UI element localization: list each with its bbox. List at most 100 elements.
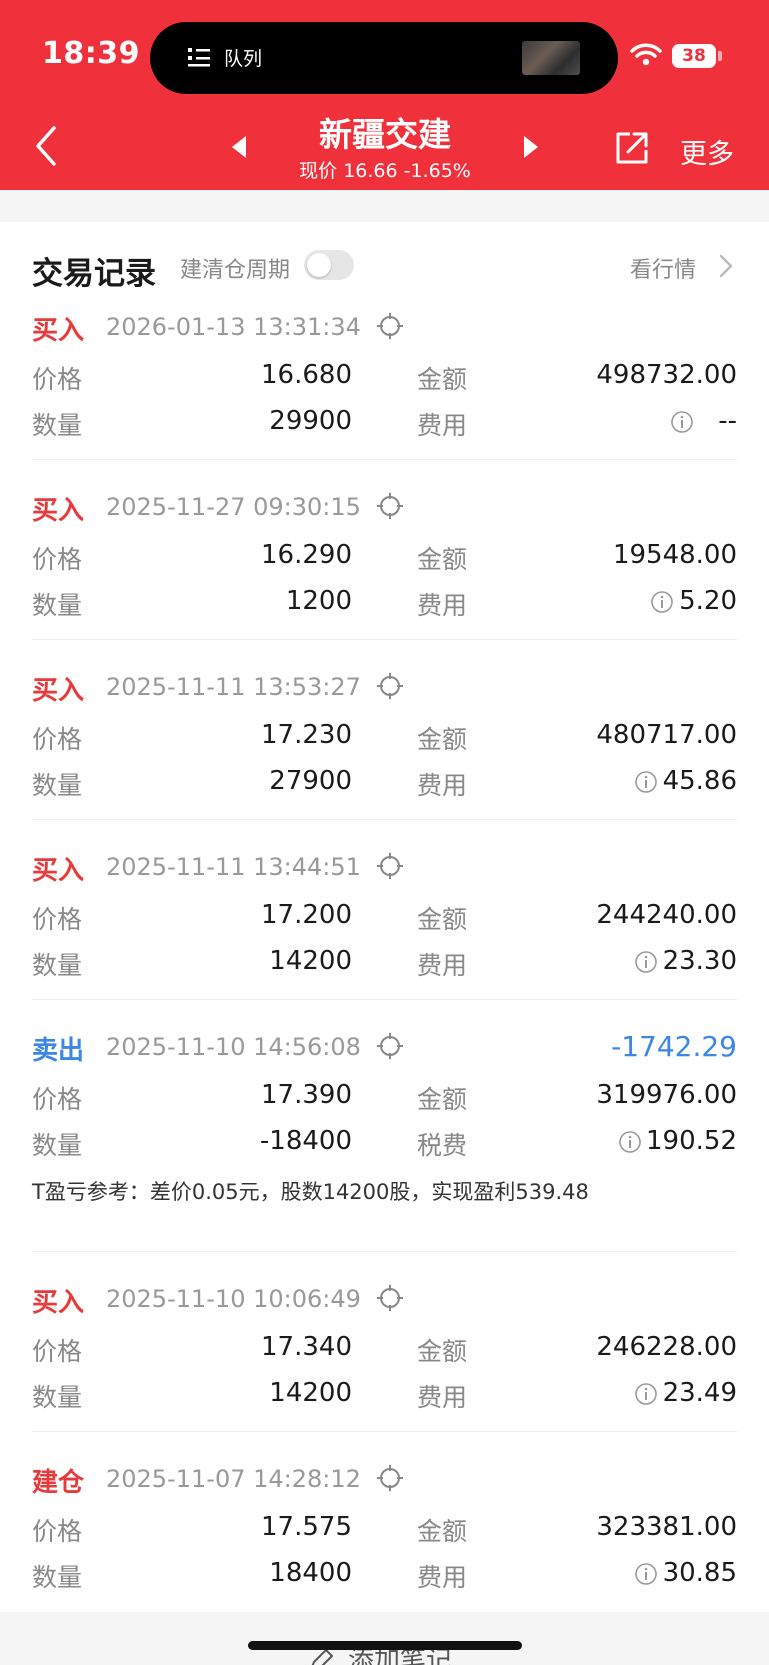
divider: [32, 639, 737, 640]
info-icon[interactable]: [634, 770, 658, 794]
divider: [32, 459, 737, 460]
info-icon[interactable]: [618, 1130, 642, 1154]
trade-date: 2025-11-11 13:53:27: [106, 673, 361, 701]
fee-value: 23.49: [662, 1378, 737, 1408]
trade-records-card: 交易记录 建清仓周期 看行情 买入 2026-01-13 13:31:34 价格…: [0, 222, 769, 1612]
back-icon[interactable]: [30, 124, 66, 168]
trade-date: 2025-11-10 14:56:08: [106, 1033, 361, 1061]
fee-value: 45.86: [662, 766, 737, 796]
tax-fee-label: 税费: [417, 1131, 468, 1160]
section-title: 交易记录: [32, 256, 156, 292]
info-icon[interactable]: [670, 410, 694, 434]
dynamic-island[interactable]: 队列: [150, 22, 618, 94]
price-label: 价格: [32, 545, 83, 574]
target-icon[interactable]: [376, 1032, 404, 1060]
price-value: 17.390: [261, 1080, 352, 1110]
price-label: 价格: [32, 905, 83, 934]
amount-value: 319976.00: [596, 1080, 737, 1110]
profit-value: -1742.29: [611, 1030, 737, 1063]
stock-price-line: 现价 16.66 -1.65%: [299, 160, 471, 182]
target-icon[interactable]: [376, 852, 404, 880]
qty-label: 数量: [32, 411, 83, 440]
qty-label: 数量: [32, 951, 83, 980]
trade-type: 卖出: [32, 1036, 85, 1066]
media-thumbnail: [522, 41, 580, 75]
amount-label: 金额: [417, 1517, 468, 1546]
price-label: 价格: [32, 1085, 83, 1114]
next-stock-icon[interactable]: [520, 134, 542, 160]
status-time: 18:39: [42, 36, 140, 71]
qty-label: 数量: [32, 771, 83, 800]
fee-value: 23.30: [662, 946, 737, 976]
qty-value: -18400: [259, 1126, 352, 1156]
trade-record[interactable]: 建仓 2025-11-07 14:28:12 价格 17.575 金额 3233…: [32, 1462, 737, 1612]
amount-label: 金额: [417, 1337, 468, 1366]
trade-date: 2025-11-27 09:30:15: [106, 493, 361, 521]
price-value: 17.340: [261, 1332, 352, 1362]
fee-label: 费用: [417, 1563, 468, 1592]
trade-record[interactable]: 买入 2025-11-11 13:53:27 价格 17.230 金额 4807…: [32, 670, 737, 820]
battery-tip: [718, 51, 722, 61]
cycle-toggle[interactable]: [304, 250, 354, 280]
qty-value: 14200: [269, 946, 352, 976]
fee-label: 费用: [417, 951, 468, 980]
trade-record[interactable]: 卖出 2025-11-10 14:56:08 -1742.29 价格 17.39…: [32, 1030, 737, 1252]
toggle-knob: [307, 253, 331, 277]
trade-type: 买入: [32, 1288, 85, 1318]
price-label: 价格: [32, 365, 83, 394]
trade-type: 买入: [32, 316, 85, 346]
cycle-label: 建清仓周期: [180, 258, 291, 283]
trade-date: 2025-11-11 13:44:51: [106, 853, 361, 881]
divider: [32, 1431, 737, 1432]
amount-value: 19548.00: [612, 540, 737, 570]
price-value: 17.200: [261, 900, 352, 930]
divider: [32, 999, 737, 1000]
fee-value: 5.20: [679, 586, 737, 616]
fee-label: 费用: [417, 1383, 468, 1412]
price-label: 价格: [32, 1517, 83, 1546]
amount-value: 323381.00: [596, 1512, 737, 1542]
price-value: 16.680: [261, 360, 352, 390]
target-icon[interactable]: [376, 492, 404, 520]
trade-record[interactable]: 买入 2025-11-10 10:06:49 价格 17.340 金额 2462…: [32, 1282, 737, 1432]
market-link[interactable]: 看行情: [630, 252, 696, 284]
app-header: 18:39 队列 38 新疆交建 现价 16.66 -1.65% 更多: [0, 0, 769, 190]
home-indicator[interactable]: [248, 1641, 522, 1650]
target-icon[interactable]: [376, 672, 404, 700]
trade-type: 买入: [32, 856, 85, 886]
trade-type: 买入: [32, 496, 85, 526]
qty-value: 29900: [269, 406, 352, 436]
amount-label: 金额: [417, 545, 468, 574]
fee-label: 费用: [417, 411, 468, 440]
share-icon[interactable]: [612, 128, 652, 168]
info-icon[interactable]: [634, 1562, 658, 1586]
amount-value: 246228.00: [596, 1332, 737, 1362]
info-icon[interactable]: [634, 950, 658, 974]
wifi-icon: [630, 43, 662, 66]
info-icon[interactable]: [634, 1382, 658, 1406]
target-icon[interactable]: [376, 1464, 404, 1492]
fee-value: 190.52: [646, 1126, 737, 1156]
trade-record[interactable]: 买入 2026-01-13 13:31:34 价格 16.680 金额 4987…: [32, 310, 737, 460]
divider: [32, 1251, 737, 1252]
info-icon[interactable]: [650, 590, 674, 614]
target-icon[interactable]: [376, 312, 404, 340]
fee-label: 费用: [417, 771, 468, 800]
amount-label: 金额: [417, 1085, 468, 1114]
price-label: 价格: [32, 725, 83, 754]
qty-label: 数量: [32, 1563, 83, 1592]
trade-record[interactable]: 买入 2025-11-11 13:44:51 价格 17.200 金额 2442…: [32, 850, 737, 1000]
qty-value: 27900: [269, 766, 352, 796]
qty-value: 14200: [269, 1378, 352, 1408]
island-label: 队列: [224, 48, 263, 70]
more-button[interactable]: 更多: [680, 132, 734, 171]
amount-label: 金额: [417, 905, 468, 934]
target-icon[interactable]: [376, 1284, 404, 1312]
trade-record[interactable]: 买入 2025-11-27 09:30:15 价格 16.290 金额 1954…: [32, 490, 737, 640]
chevron-right-icon[interactable]: [718, 252, 734, 280]
amount-value: 480717.00: [596, 720, 737, 750]
fee-value: --: [718, 406, 737, 436]
fee-value: 30.85: [662, 1558, 737, 1588]
amount-label: 金额: [417, 365, 468, 394]
amount-label: 金额: [417, 725, 468, 754]
